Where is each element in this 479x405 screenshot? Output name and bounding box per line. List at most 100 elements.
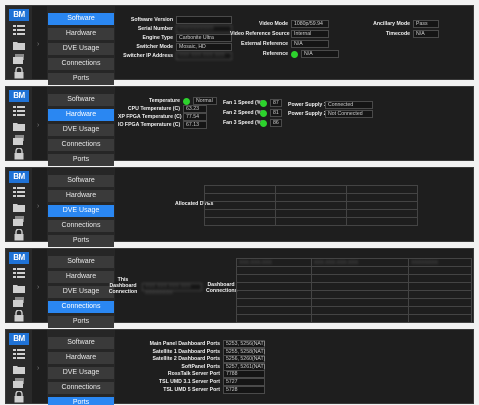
nav-item-dve-usage[interactable]: DVE Usage bbox=[48, 124, 114, 136]
table-row bbox=[236, 274, 472, 283]
table-cell bbox=[346, 185, 418, 194]
field-row: Software Version bbox=[118, 16, 232, 24]
folder-icon[interactable] bbox=[10, 363, 28, 375]
nav-item-software[interactable]: Software bbox=[48, 94, 114, 106]
field-value: Internal bbox=[291, 30, 329, 38]
nav-item-connections[interactable]: Connections bbox=[48, 139, 114, 151]
lock-icon[interactable] bbox=[10, 148, 28, 160]
nav-item-hardware[interactable]: Hardware bbox=[48, 109, 114, 121]
nav-item-software[interactable]: Software bbox=[48, 256, 114, 268]
table-cell bbox=[236, 298, 312, 307]
icon-rail: BM bbox=[6, 249, 32, 322]
brand-logo-icon[interactable]: BM bbox=[9, 90, 29, 102]
icon-rail: BM bbox=[6, 330, 32, 403]
list-icon[interactable] bbox=[10, 105, 28, 117]
chevron-right-icon[interactable]: › bbox=[37, 203, 45, 211]
nav-item-dve-usage[interactable]: DVE Usage bbox=[48, 205, 114, 217]
folder-icon[interactable] bbox=[10, 120, 28, 132]
field-row: Switcher IP Address XXX.XXX.XXX.XXX bbox=[118, 52, 232, 60]
nav-item-ports[interactable]: Ports bbox=[48, 397, 114, 405]
field-row: Power Supply 1 Connected bbox=[288, 101, 373, 109]
nav-item-connections[interactable]: Connections bbox=[48, 301, 114, 313]
brand-logo-icon[interactable]: BM bbox=[9, 9, 29, 21]
field-value: N/A bbox=[291, 40, 329, 48]
status-dot-icon bbox=[183, 97, 190, 105]
field-row: XP FPGA Temperature (C) 77.54 bbox=[118, 113, 207, 121]
field-label: CPU Temperature (C) bbox=[127, 106, 180, 112]
field-label: External Reference bbox=[241, 41, 288, 47]
layers-icon[interactable] bbox=[10, 134, 28, 146]
nav-item-dve-usage[interactable]: DVE Usage bbox=[48, 367, 114, 379]
field-row: Engine Type Carbonite Ultra bbox=[118, 34, 232, 42]
nav-item-connections[interactable]: Connections bbox=[48, 382, 114, 394]
chevron-right-icon[interactable]: › bbox=[37, 41, 45, 49]
lock-icon[interactable] bbox=[10, 67, 28, 79]
list-icon[interactable] bbox=[10, 348, 28, 360]
field-label: Switcher Mode bbox=[136, 44, 173, 50]
nav-item-connections[interactable]: Connections bbox=[48, 58, 114, 70]
folder-icon[interactable] bbox=[10, 201, 28, 213]
table-cell bbox=[310, 298, 410, 307]
chevron-right-icon[interactable]: › bbox=[37, 122, 45, 130]
folder-icon[interactable] bbox=[10, 39, 28, 51]
table-cell bbox=[408, 266, 472, 275]
brand-logo-icon[interactable]: BM bbox=[9, 333, 29, 345]
panel-content: Software Version Serial Number XXXXXXXXXX E… bbox=[118, 6, 473, 79]
dashboard-nav: Software Hardware DVE Usage Connections Port… bbox=[47, 6, 115, 85]
chevron-right-icon[interactable]: › bbox=[37, 284, 45, 292]
icon-rail: BM bbox=[6, 6, 32, 79]
nav-item-hardware[interactable]: Hardware bbox=[48, 271, 114, 283]
field-value: Not Connected bbox=[325, 110, 373, 118]
list-icon[interactable] bbox=[10, 24, 28, 36]
field-row: TSL UMD 5 Server Port 5728 bbox=[146, 385, 265, 394]
nav-item-hardware[interactable]: Hardware bbox=[48, 28, 114, 40]
brand-logo-icon[interactable]: BM bbox=[9, 171, 29, 183]
dashboard-nav: Software Hardware DVE Usage Connections Port… bbox=[47, 249, 115, 328]
table-cell bbox=[204, 201, 276, 210]
table-cell bbox=[346, 201, 418, 210]
nav-item-ports[interactable]: Ports bbox=[48, 316, 114, 328]
dashboard-connections-table: XXX.XXX.XXX XXX.XXX.XXX.XXX XXXXXXXX bbox=[236, 258, 472, 323]
layers-icon[interactable] bbox=[10, 377, 28, 389]
chevron-right-icon[interactable]: › bbox=[37, 365, 45, 373]
nav-item-hardware[interactable]: Hardware bbox=[48, 190, 114, 202]
field-row: Reference N/A bbox=[230, 50, 339, 58]
field-value: 5728 bbox=[223, 385, 265, 394]
nav-item-software[interactable]: Software bbox=[48, 337, 114, 349]
status-panel-2: BM › Software Hardware DVE Usage Connections P… bbox=[5, 86, 474, 166]
table-cell bbox=[346, 217, 418, 226]
lock-icon[interactable] bbox=[10, 391, 28, 403]
nav-item-ports[interactable]: Ports bbox=[48, 154, 114, 166]
layers-icon[interactable] bbox=[10, 296, 28, 308]
table-cell bbox=[408, 282, 472, 291]
folder-icon[interactable] bbox=[10, 282, 28, 294]
table-row bbox=[236, 314, 472, 323]
nav-item-software[interactable]: Software bbox=[48, 175, 114, 187]
nav-item-ports[interactable]: Ports bbox=[48, 73, 114, 85]
list-icon[interactable] bbox=[10, 186, 28, 198]
nav-item-dve-usage[interactable]: DVE Usage bbox=[48, 43, 114, 55]
lock-icon[interactable] bbox=[10, 229, 28, 241]
brand-logo-icon[interactable]: BM bbox=[9, 252, 29, 264]
field-value: N/A bbox=[413, 30, 439, 38]
nav-item-ports[interactable]: Ports bbox=[48, 235, 114, 247]
table-cell bbox=[236, 314, 312, 323]
field-label: Power Supply 2 bbox=[288, 111, 327, 117]
status-dot-icon bbox=[260, 109, 267, 117]
panel-content: Main Panel Dashboard Ports 5253, 5256(NAT… bbox=[118, 330, 473, 403]
layers-icon[interactable] bbox=[10, 53, 28, 65]
field-label: Timecode bbox=[385, 31, 410, 37]
dashboard-connections-label: Dashboard Connections bbox=[206, 282, 238, 294]
layers-icon[interactable] bbox=[10, 215, 28, 227]
field-label: Switcher IP Address bbox=[123, 53, 173, 59]
field-label: Engine Type bbox=[142, 35, 173, 41]
table-cell bbox=[408, 274, 472, 283]
lock-icon[interactable] bbox=[10, 310, 28, 322]
nav-item-software[interactable]: Software bbox=[48, 13, 114, 25]
nav-item-dve-usage[interactable]: DVE Usage bbox=[48, 286, 114, 298]
nav-item-connections[interactable]: Connections bbox=[48, 220, 114, 232]
field-label: Satellite 2 Dashboard Ports bbox=[152, 356, 220, 363]
nav-item-hardware[interactable]: Hardware bbox=[48, 352, 114, 364]
list-icon[interactable] bbox=[10, 267, 28, 279]
field-row: Fan 2 Speed (%) 81 bbox=[223, 109, 282, 117]
